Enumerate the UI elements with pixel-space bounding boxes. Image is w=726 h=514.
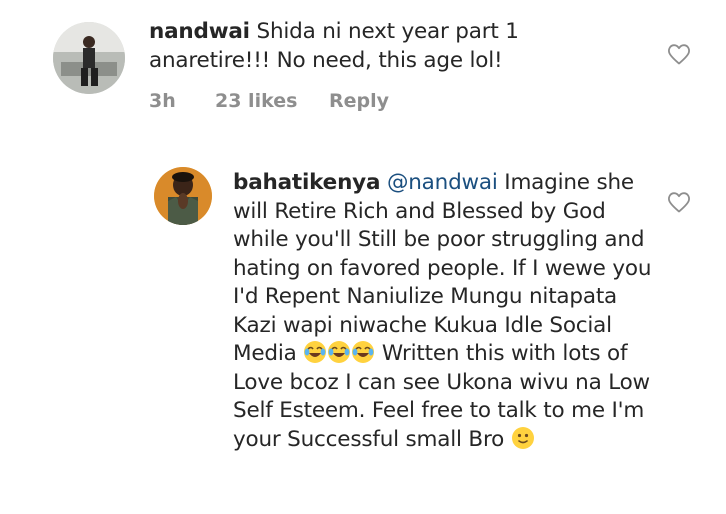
laughing-tears-emoji bbox=[351, 340, 375, 364]
laughing-tears-emoji bbox=[327, 340, 351, 364]
comment-time: 3h bbox=[149, 90, 176, 112]
comment-username[interactable]: nandwai bbox=[149, 19, 250, 44]
mention-link[interactable]: @nandwai bbox=[387, 170, 498, 195]
reply-button[interactable]: Reply bbox=[329, 90, 389, 112]
comment-nandwai: nandwai Shida ni next year part 1 anaret… bbox=[0, 0, 726, 130]
reply-body: bahatikenya @nandwai Imagine she will Re… bbox=[233, 169, 653, 454]
comment-bahatikenya: bahatikenya @nandwai Imagine she will Re… bbox=[0, 150, 726, 514]
avatar[interactable] bbox=[53, 22, 125, 94]
slightly-smiling-emoji bbox=[511, 426, 535, 450]
avatar[interactable] bbox=[154, 167, 212, 225]
laughing-tears-emoji bbox=[303, 340, 327, 364]
heart-outline-icon[interactable] bbox=[667, 43, 691, 65]
comment-meta: 3h 23 likes Reply bbox=[149, 90, 449, 114]
comment-username[interactable]: bahatikenya bbox=[233, 170, 380, 195]
likes-count[interactable]: 23 likes bbox=[215, 90, 297, 112]
comment-body: nandwai Shida ni next year part 1 anaret… bbox=[149, 18, 569, 75]
heart-outline-icon[interactable] bbox=[667, 191, 691, 213]
comment-text-part1: Imagine she will Retire Rich and Blessed… bbox=[233, 170, 652, 366]
